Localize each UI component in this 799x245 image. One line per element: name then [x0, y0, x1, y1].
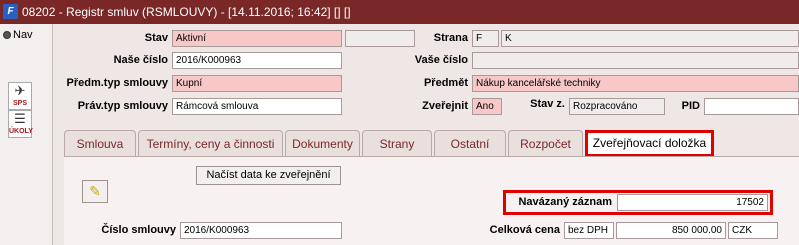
cislo-smlouvy-field[interactable]: 2016/K000963 — [180, 222, 342, 239]
predm-typ-field[interactable]: Kupní — [172, 75, 342, 92]
sps-icon: ✈ — [14, 83, 26, 98]
app-icon: F — [3, 4, 18, 19]
strana-field[interactable]: K — [501, 30, 799, 47]
tab-zverejnovaci-dolozka[interactable]: Zveřejňovací doložka — [585, 130, 714, 157]
zverejnit-field[interactable]: Ano — [472, 98, 502, 115]
vat-field[interactable]: bez DPH — [564, 222, 614, 239]
prav-typ-label: Práv.typ smlouvy — [77, 100, 168, 112]
predmet-label: Předmět — [423, 77, 468, 89]
tab-terminy[interactable]: Termíny, ceny a činnosti — [138, 130, 283, 157]
tasks-button[interactable]: ☰ ÚKOLY — [8, 110, 33, 138]
tasks-label: ÚKOLY — [9, 128, 33, 135]
currency-field[interactable]: CZK — [728, 222, 778, 239]
predmet-field[interactable]: Nákup kancelářské techniky — [472, 75, 799, 92]
tab-rozpocet[interactable]: Rozpočet — [508, 130, 583, 157]
key-icon: ✎ — [89, 183, 101, 199]
predm-typ-label: Předm.typ smlouvy — [66, 77, 168, 89]
celkova-cena-field[interactable]: 850 000.00 — [616, 222, 726, 239]
window-titlebar: F 08202 - Registr smluv (RSMLOUVY) - [14… — [0, 0, 799, 24]
zverejnit-label: Zveřejnit — [422, 100, 468, 112]
strana-label: Strana — [433, 32, 468, 44]
cislo-smlouvy-label: Číslo smlouvy — [101, 224, 176, 236]
navazany-field[interactable]: 17502 — [617, 194, 768, 211]
key-button[interactable]: ✎ — [82, 180, 108, 203]
tab-dokumenty[interactable]: Dokumenty — [285, 130, 360, 157]
tab-ostatni[interactable]: Ostatní — [434, 130, 506, 157]
vase-cislo-label: Vaše číslo — [414, 54, 468, 66]
nase-cislo-field[interactable]: 2016/K000963 — [172, 52, 342, 69]
stav-z-field[interactable]: Rozpracováno — [569, 98, 665, 115]
tab-bar: Smlouva Termíny, ceny a činnosti Dokumen… — [64, 130, 799, 157]
strana-code-field[interactable]: F — [472, 30, 499, 47]
sps-button[interactable]: ✈ SPS — [8, 82, 32, 110]
pid-label: PID — [681, 100, 700, 112]
nase-cislo-label: Naše číslo — [113, 54, 168, 66]
load-publish-data-button[interactable]: Načíst data ke zveřejnění — [196, 166, 341, 185]
window-title: 08202 - Registr smluv (RSMLOUVY) - [14.1… — [22, 5, 351, 19]
pid-field[interactable] — [704, 98, 799, 115]
nav-label: Nav — [13, 29, 33, 41]
left-panel: Nav ✈ SPS ☰ ÚKOLY — [0, 24, 53, 245]
navazany-label: Navázaný záznam — [518, 196, 612, 208]
prav-typ-field[interactable]: Rámcová smlouva — [172, 98, 342, 115]
stav-field[interactable]: Aktivní — [172, 30, 342, 47]
tasks-icon: ☰ — [14, 111, 26, 126]
stav-extra-field[interactable] — [345, 30, 415, 47]
radio-selected-icon — [3, 31, 11, 39]
sps-label: SPS — [12, 100, 27, 107]
celkova-cena-label: Celková cena — [489, 224, 560, 236]
nav-radio[interactable]: Nav — [3, 29, 33, 41]
tab-smlouva[interactable]: Smlouva — [64, 130, 136, 157]
tab-strany[interactable]: Strany — [362, 130, 432, 157]
stav-label: Stav — [144, 32, 168, 44]
vase-cislo-field[interactable] — [472, 52, 799, 69]
stav-z-label: Stav z. — [530, 98, 565, 110]
